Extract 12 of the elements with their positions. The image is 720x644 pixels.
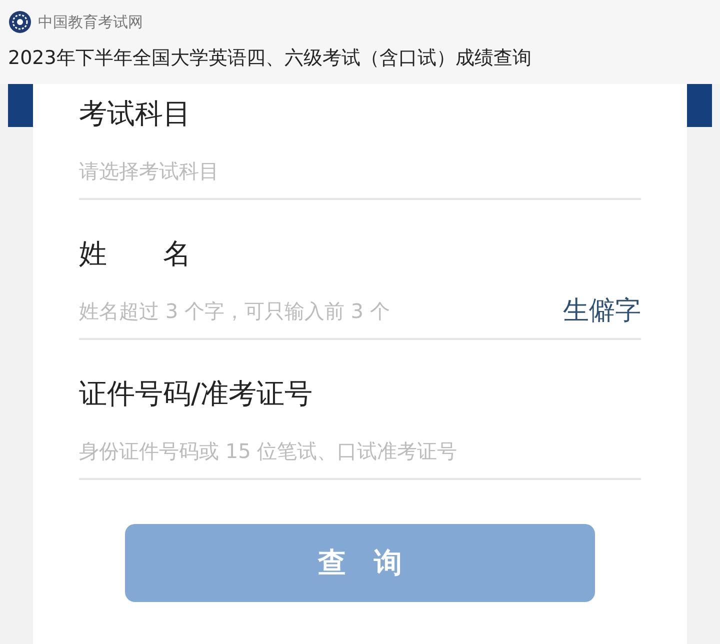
emblem-logo-icon xyxy=(8,10,32,34)
rare-character-link[interactable]: 生僻字 xyxy=(563,292,641,330)
accent-bar xyxy=(687,84,712,127)
page-title: 2023年下半年全国大学英语四、六级考试（含口试）成绩查询 xyxy=(8,46,532,71)
field-label: 证件号码/准考证号 xyxy=(79,376,314,412)
field-label: 姓 名 xyxy=(79,236,192,272)
site-name: 中国教育考试网 xyxy=(38,12,143,33)
input-field[interactable]: 身份证件号码或 15 位笔试、口试准考证号 xyxy=(79,436,641,466)
accent-bar xyxy=(8,84,33,127)
input-field[interactable]: 请选择考试科目 xyxy=(79,156,641,186)
field-label: 考试科目 xyxy=(79,96,192,132)
input-field[interactable]: 姓名超过 3 个字，可只输入前 3 个 xyxy=(79,296,563,326)
